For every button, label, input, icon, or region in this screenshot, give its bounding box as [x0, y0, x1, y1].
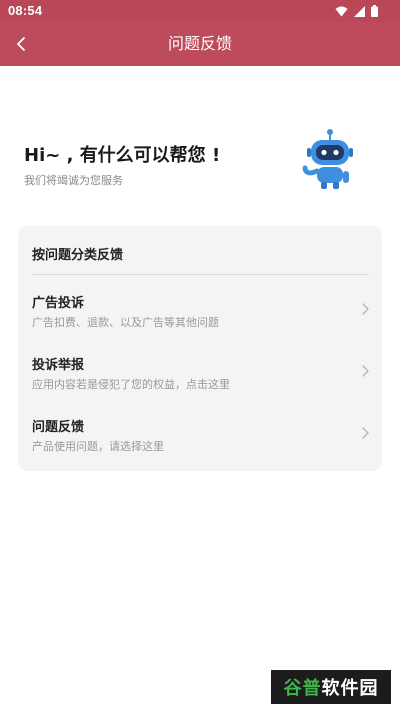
item-subtitle: 应用内容若是侵犯了您的权益，点击这里 [32, 378, 230, 391]
chevron-right-icon [362, 427, 369, 439]
item-subtitle: 产品使用问题，请选择这里 [32, 440, 164, 453]
watermark-logo: 谷普 软件园 [271, 670, 391, 704]
status-bar: 08:54 [0, 0, 400, 22]
watermark-text-part1: 谷普 [283, 678, 322, 699]
status-icons [335, 5, 378, 17]
report-complaint-item[interactable]: 投诉举报 应用内容若是侵犯了您的权益，点击这里 [18, 354, 382, 404]
wifi-icon [335, 6, 348, 16]
item-title: 问题反馈 [32, 420, 85, 435]
greeting-heading: Hi~ , 有什么可以帮您 ! [24, 145, 221, 166]
greeting-subtitle: 我们将竭诚为您服务 [24, 174, 123, 187]
item-title: 广告投诉 [32, 296, 85, 311]
signal-icon [354, 5, 365, 17]
robot-mascot-icon [302, 129, 353, 189]
ad-complaint-item[interactable]: 广告投诉 广告扣费、退款、以及广告等其他问题 [18, 292, 382, 342]
card-header: 按问题分类反馈 [32, 248, 124, 263]
chevron-right-icon [362, 303, 369, 315]
item-title: 投诉举报 [32, 358, 85, 373]
app-bar: 问题反馈 [0, 22, 400, 66]
problem-feedback-item[interactable]: 问题反馈 产品使用问题，请选择这里 [18, 416, 382, 466]
feedback-category-card: 按问题分类反馈 广告投诉 广告扣费、退款、以及广告等其他问题 投诉举报 应用内容… [18, 226, 382, 471]
chevron-right-icon [362, 365, 369, 377]
battery-icon [371, 5, 378, 17]
divider [32, 274, 369, 275]
page-title: 问题反馈 [167, 34, 232, 53]
item-subtitle: 广告扣费、退款、以及广告等其他问题 [32, 316, 219, 329]
status-time: 08:54 [8, 3, 43, 18]
watermark-text-part2: 软件园 [321, 678, 379, 699]
